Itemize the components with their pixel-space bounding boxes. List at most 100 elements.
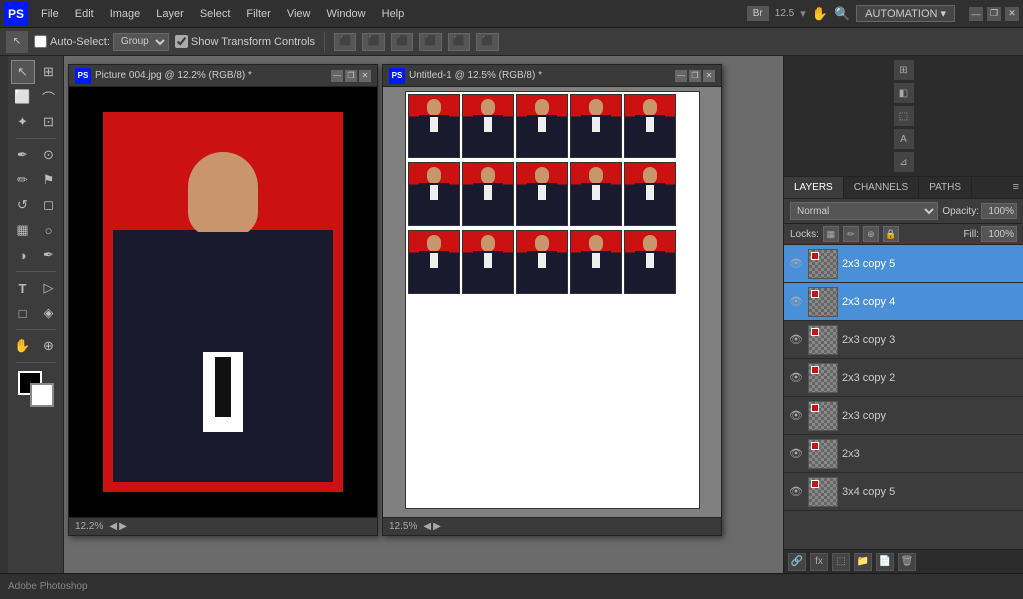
menu-window[interactable]: Window bbox=[320, 6, 373, 22]
panel-icon-4[interactable]: A bbox=[894, 129, 914, 149]
search-icon[interactable]: 🔍 bbox=[834, 6, 850, 22]
layer-eye-icon[interactable]: 👁 bbox=[788, 408, 804, 424]
layer-eye-icon[interactable]: 👁 bbox=[788, 256, 804, 272]
layer-eye-icon[interactable]: 👁 bbox=[788, 332, 804, 348]
marquee-tool-btn[interactable]: ⬜ bbox=[11, 85, 35, 109]
left-panel-handle[interactable] bbox=[0, 56, 8, 573]
layer-item[interactable]: 👁2x3 copy bbox=[784, 397, 1023, 435]
move-tool-icon[interactable]: ↖ bbox=[6, 31, 28, 53]
link-layers-btn[interactable]: 🔗 bbox=[788, 553, 806, 571]
show-transform-checkbox[interactable] bbox=[175, 35, 188, 48]
menu-layer[interactable]: Layer bbox=[149, 6, 191, 22]
layer-item[interactable]: 👁2x3 copy 5 bbox=[784, 245, 1023, 283]
mini-photo-3-1 bbox=[408, 230, 460, 294]
eraser-tool-btn[interactable]: ◻ bbox=[37, 193, 61, 217]
zoom-tool-btn[interactable]: ⊕ bbox=[37, 334, 61, 358]
shape-tool-btn[interactable]: □ bbox=[11, 301, 35, 325]
menu-edit[interactable]: Edit bbox=[68, 6, 101, 22]
blend-mode-select[interactable]: Normal bbox=[790, 202, 938, 220]
align-bottom-btn[interactable]: ⬛ bbox=[476, 33, 498, 51]
layer-item[interactable]: 👁2x3 copy 4 bbox=[784, 283, 1023, 321]
layer-eye-icon[interactable]: 👁 bbox=[788, 370, 804, 386]
brush-tool-btn[interactable]: ✏ bbox=[11, 168, 35, 192]
path-select-btn[interactable]: ▷ bbox=[37, 276, 61, 300]
doc2-nav-left[interactable]: ◀ bbox=[423, 521, 431, 532]
spot-heal-btn[interactable]: ⊙ bbox=[37, 143, 61, 167]
add-mask-btn[interactable]: ⬚ bbox=[832, 553, 850, 571]
menu-help[interactable]: Help bbox=[375, 6, 412, 22]
doc2-close[interactable]: ✕ bbox=[703, 70, 715, 82]
layer-eye-icon[interactable]: 👁 bbox=[788, 484, 804, 500]
tab-channels[interactable]: CHANNELS bbox=[844, 177, 919, 198]
mini-photo-2-3 bbox=[516, 162, 568, 226]
doc1-nav-left[interactable]: ◀ bbox=[109, 521, 117, 532]
background-color[interactable] bbox=[30, 383, 54, 407]
pen-tool-btn[interactable]: ✒ bbox=[37, 243, 61, 267]
menu-file[interactable]: File bbox=[34, 6, 66, 22]
doc1-nav-right[interactable]: ▶ bbox=[119, 521, 127, 532]
automation-button[interactable]: AUTOMATION▾ bbox=[856, 5, 955, 22]
hand-tool-icon[interactable]: ✋ bbox=[812, 6, 828, 22]
hand-tool-btn[interactable]: ✋ bbox=[11, 334, 35, 358]
fx-btn[interactable]: fx bbox=[810, 553, 828, 571]
layer-item[interactable]: 👁2x3 bbox=[784, 435, 1023, 473]
quick-select-btn[interactable]: ✦ bbox=[11, 110, 35, 134]
doc2-minimize[interactable]: — bbox=[675, 70, 687, 82]
panel-icon-5[interactable]: ⊿ bbox=[894, 152, 914, 172]
artboard-tool-btn[interactable]: ⊞ bbox=[37, 60, 61, 84]
panel-menu-btn[interactable]: ≡ bbox=[1009, 177, 1023, 198]
layer-eye-icon[interactable]: 👁 bbox=[788, 294, 804, 310]
layer-item[interactable]: 👁3x4 copy 5 bbox=[784, 473, 1023, 511]
lasso-tool-btn[interactable]: ⌒ bbox=[37, 85, 61, 109]
auto-select-checkbox[interactable] bbox=[34, 35, 47, 48]
doc1-restore[interactable]: ❐ bbox=[345, 70, 357, 82]
lock-all-btn[interactable]: 🔒 bbox=[883, 226, 899, 242]
crop-tool-btn[interactable]: ⊡ bbox=[37, 110, 61, 134]
doc2-restore[interactable]: ❐ bbox=[689, 70, 701, 82]
align-left-btn[interactable]: ⬛ bbox=[334, 33, 356, 51]
tab-paths[interactable]: PATHS bbox=[919, 177, 972, 198]
doc2-nav-right[interactable]: ▶ bbox=[433, 521, 441, 532]
eyedropper-tool-btn[interactable]: ✒ bbox=[11, 143, 35, 167]
doc1-close[interactable]: ✕ bbox=[359, 70, 371, 82]
layer-item[interactable]: 👁2x3 copy 3 bbox=[784, 321, 1023, 359]
menu-select[interactable]: Select bbox=[193, 6, 238, 22]
text-tool-btn[interactable]: T bbox=[11, 276, 35, 300]
menu-view[interactable]: View bbox=[280, 6, 318, 22]
close-button[interactable]: ✕ bbox=[1005, 7, 1019, 21]
menu-filter[interactable]: Filter bbox=[239, 6, 277, 22]
delete-layer-btn[interactable]: 🗑 bbox=[898, 553, 916, 571]
dodge-tool-btn[interactable]: ◑ bbox=[11, 243, 35, 267]
lock-position-btn[interactable]: ⊕ bbox=[863, 226, 879, 242]
layer-item[interactable]: 👁2x3 copy 2 bbox=[784, 359, 1023, 397]
align-top-btn[interactable]: ⬛ bbox=[419, 33, 441, 51]
panel-icon-3[interactable]: ⬚ bbox=[894, 106, 914, 126]
restore-button[interactable]: ❐ bbox=[987, 7, 1001, 21]
clone-stamp-btn[interactable]: ⚑ bbox=[37, 168, 61, 192]
align-right-btn[interactable]: ⬛ bbox=[391, 33, 413, 51]
blur-tool-btn[interactable]: ○ bbox=[37, 218, 61, 242]
minimize-button[interactable]: — bbox=[969, 7, 983, 21]
align-middle-btn[interactable]: ⬛ bbox=[448, 33, 470, 51]
auto-select-dropdown[interactable]: Group Layer bbox=[113, 33, 169, 51]
layer-eye-icon[interactable]: 👁 bbox=[788, 446, 804, 462]
gradient-tool-btn[interactable]: ▦ bbox=[11, 218, 35, 242]
panel-icon-2[interactable]: ◧ bbox=[894, 83, 914, 103]
new-group-btn[interactable]: 📁 bbox=[854, 553, 872, 571]
opacity-input[interactable] bbox=[981, 203, 1017, 219]
lock-image-btn[interactable]: ✏ bbox=[843, 226, 859, 242]
doc1-minimize[interactable]: — bbox=[331, 70, 343, 82]
menu-image[interactable]: Image bbox=[103, 6, 148, 22]
3d-tool-btn[interactable]: ◈ bbox=[37, 301, 61, 325]
history-brush-btn[interactable]: ↺ bbox=[11, 193, 35, 217]
move-tool-btn[interactable]: ↖ bbox=[11, 60, 35, 84]
bridge-btn[interactable]: Br bbox=[747, 6, 769, 21]
align-center-btn[interactable]: ⬛ bbox=[362, 33, 384, 51]
zoom-display: 12.5 bbox=[775, 8, 794, 19]
color-boxes[interactable] bbox=[18, 371, 54, 407]
fill-input[interactable] bbox=[981, 226, 1017, 242]
new-layer-btn[interactable]: 📄 bbox=[876, 553, 894, 571]
panel-icon-1[interactable]: ⊞ bbox=[894, 60, 914, 80]
lock-transparency-btn[interactable]: ▦ bbox=[823, 226, 839, 242]
tab-layers[interactable]: LAYERS bbox=[784, 177, 844, 198]
